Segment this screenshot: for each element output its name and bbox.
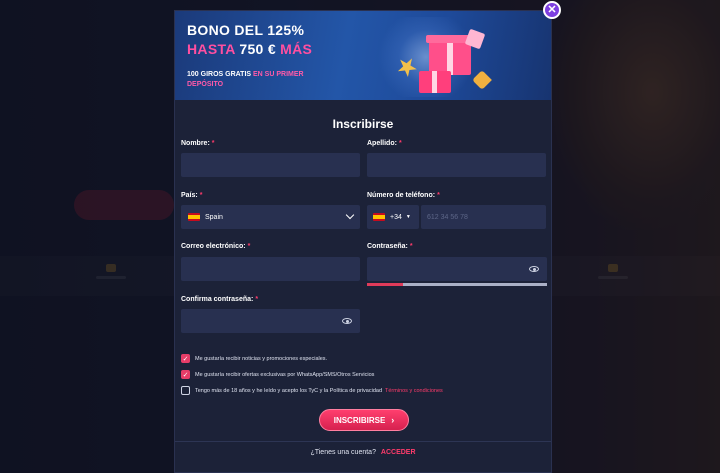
first-name-input[interactable] bbox=[181, 153, 360, 177]
checkbox-unchecked-icon[interactable] bbox=[181, 386, 190, 395]
banner-spins-line: 100 GIROS GRATIS EN SU PRIMER DEPÓSITO bbox=[187, 71, 304, 88]
last-name-input[interactable] bbox=[367, 153, 546, 177]
close-icon[interactable]: ✕ bbox=[543, 1, 561, 19]
banner-bonus-line: BONO DEL 125% bbox=[187, 22, 305, 38]
country-select[interactable]: Spain bbox=[181, 205, 360, 229]
password-label: Contraseña: * bbox=[367, 243, 413, 250]
spain-flag-icon bbox=[188, 213, 200, 221]
register-button[interactable]: INSCRIBIRSE › bbox=[319, 409, 409, 431]
registration-modal: BONO DEL 125% HASTA 750 € MÁS 100 GIROS … bbox=[174, 10, 552, 473]
password-strength-fill bbox=[367, 283, 403, 286]
phone-input[interactable]: 612 34 56 78 bbox=[421, 205, 546, 229]
password-strength-bar bbox=[367, 283, 547, 286]
gift-box-icon bbox=[426, 35, 474, 75]
last-name-label: Apellido: * bbox=[367, 140, 402, 147]
phone-label: Número de teléfono: * bbox=[367, 192, 440, 199]
confirm-password-input[interactable] bbox=[181, 309, 360, 333]
login-prompt: ¿Tienes una cuenta? ACCEDER bbox=[310, 449, 416, 456]
password-input[interactable] bbox=[367, 257, 547, 281]
caret-down-icon: ▼ bbox=[405, 214, 411, 220]
eye-icon[interactable] bbox=[529, 266, 539, 272]
chevron-down-icon bbox=[345, 210, 355, 220]
checkbox-news[interactable]: ✓ Me gustaría recibir noticias y promoci… bbox=[181, 354, 327, 363]
email-input[interactable] bbox=[181, 257, 360, 281]
form-title: Inscribirse bbox=[332, 117, 394, 131]
checkbox-checked-icon[interactable]: ✓ bbox=[181, 354, 190, 363]
phone-code-select[interactable]: +34 ▼ bbox=[367, 205, 419, 229]
country-value: Spain bbox=[205, 213, 223, 221]
divider bbox=[175, 441, 551, 442]
checkbox-whatsapp[interactable]: ✓ Me gustaría recibir ofertas exclusivas… bbox=[181, 370, 374, 379]
terms-link[interactable]: Términos y condiciones bbox=[385, 388, 443, 394]
spain-flag-icon bbox=[373, 213, 385, 221]
bonus-banner: BONO DEL 125% HASTA 750 € MÁS 100 GIROS … bbox=[175, 11, 551, 100]
email-label: Correo electrónico: * bbox=[181, 243, 251, 250]
confirm-password-label: Confirma contraseña: * bbox=[181, 296, 259, 303]
phone-code-value: +34 bbox=[390, 213, 402, 221]
checkbox-terms[interactable]: Tengo más de 18 años y he leído y acepto… bbox=[181, 386, 443, 395]
checkbox-checked-icon[interactable]: ✓ bbox=[181, 370, 190, 379]
banner-amount-line: HASTA 750 € MÁS bbox=[187, 41, 313, 57]
first-name-label: Nombre: * bbox=[181, 140, 215, 147]
gift-box-icon bbox=[419, 71, 451, 93]
eye-icon[interactable] bbox=[342, 318, 352, 324]
login-link[interactable]: ACCEDER bbox=[381, 449, 416, 456]
country-label: País: * bbox=[181, 192, 203, 199]
chevron-right-icon: › bbox=[391, 415, 395, 425]
